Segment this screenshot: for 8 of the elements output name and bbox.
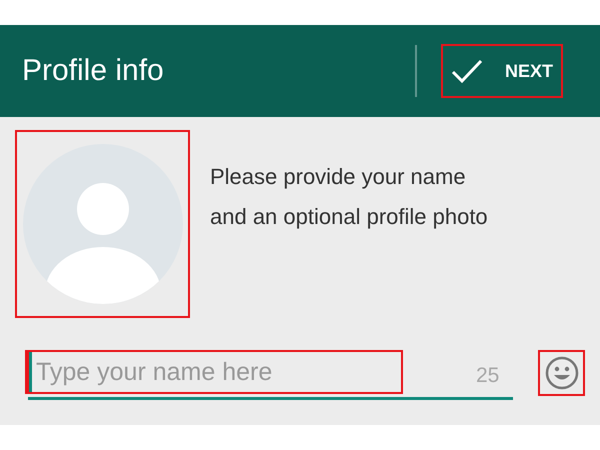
avatar-icon — [22, 143, 184, 305]
emoji-button[interactable] — [538, 350, 585, 396]
next-button[interactable]: NEXT — [441, 44, 563, 98]
smiley-icon — [544, 356, 578, 390]
character-counter: 25 — [476, 364, 500, 388]
checkmark-icon — [451, 58, 483, 84]
screen-title: Profile info — [22, 54, 165, 88]
instruction-text: Please provide your name and an optional profile photo — [210, 163, 488, 231]
